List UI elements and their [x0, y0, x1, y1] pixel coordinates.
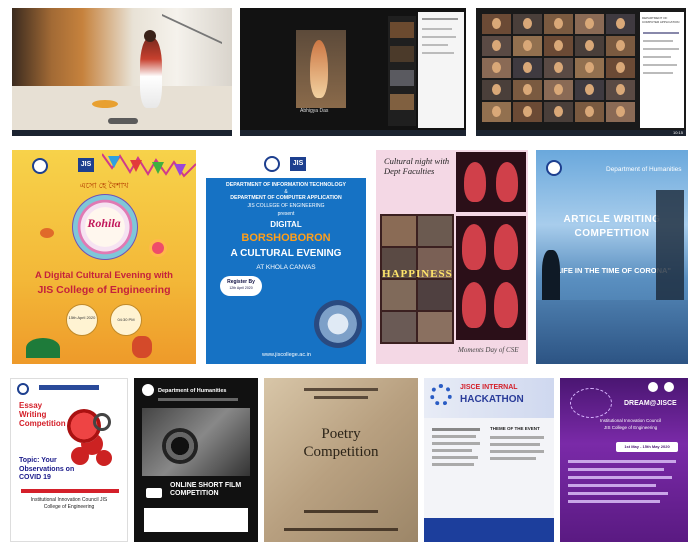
- poster-title: Cultural night with Dept Faculties: [384, 156, 450, 176]
- poster-title: JISCE INTERNAL: [460, 384, 518, 391]
- participant-tile[interactable]: [513, 36, 542, 56]
- hackathon-poster: JISCE INTERNAL HACKATHON THEME OF THE EV…: [424, 378, 554, 542]
- camera-icon: [146, 488, 162, 498]
- poster-line-2: JIS College of Engineering: [37, 284, 171, 296]
- college-name: JIS COLLEGE OF ENGINEERING: [247, 203, 325, 209]
- rohila-script-title: Rohila: [87, 216, 121, 230]
- dream-jisce-poster: DREAM@JISCE Institutional Innovation Cou…: [560, 378, 688, 542]
- participant-tile[interactable]: [482, 102, 511, 122]
- participant-tile[interactable]: [606, 80, 635, 100]
- rohila-poster: JIS এসো হে বৈশাখ Rohila A Digital Cultur…: [12, 150, 196, 364]
- organizer: Institutional Innovation Council JIS Col…: [30, 497, 108, 510]
- participant-caption: Abhigya Das: [300, 108, 329, 114]
- participant-tile[interactable]: [606, 36, 635, 56]
- department-label: Department of Humanities: [158, 388, 227, 394]
- jis-logo: JIS: [78, 158, 94, 172]
- event-subtitle: A CULTURAL EVENING: [230, 248, 342, 259]
- dept-it: DEPARTMENT OF INFORMATION TECHNOLOGY: [226, 182, 346, 188]
- participant-tile[interactable]: [513, 102, 542, 122]
- essay-topic: Topic: Your Observations on COVID 19: [19, 457, 75, 481]
- participant-tile[interactable]: [482, 14, 511, 34]
- website-url[interactable]: www.jiscollege.ac.in: [262, 352, 311, 358]
- participant-tile[interactable]: [482, 80, 511, 100]
- participant-tile[interactable]: [544, 80, 573, 100]
- flower-icon: [152, 242, 164, 254]
- participants-panel[interactable]: DEPARTMENT OF COMPUTER APPLICATION: [640, 12, 684, 128]
- poster-title: Essay Writing Competition: [19, 401, 66, 428]
- participant-tile[interactable]: [482, 36, 511, 56]
- department-label: Department of Humanities: [606, 166, 682, 173]
- participant-tile[interactable]: [606, 14, 635, 34]
- taskbar-clock: 10:15: [672, 130, 683, 135]
- stage-graphic: [314, 300, 362, 348]
- bunting-decoration: [102, 153, 196, 178]
- participant-tile[interactable]: [575, 36, 604, 56]
- article-writing-poster: Department of Humanities ARTICLE WRITING…: [536, 150, 688, 364]
- organizer: Institutional Innovation Council: [600, 418, 662, 423]
- camera-photo: [142, 408, 250, 476]
- register-badge: Register By 12th April 2020: [220, 276, 262, 296]
- poster-title-2: HACKATHON: [460, 394, 524, 405]
- event-title: BORSHOBORON: [241, 232, 331, 244]
- participant-tile[interactable]: [482, 58, 511, 78]
- college: JIS College of Engineering: [604, 425, 658, 430]
- poster-line-1: A Digital Cultural Evening with: [35, 270, 173, 281]
- zoom-gallery-screenshot: DEPARTMENT OF COMPUTER APPLICATION 10:15: [476, 8, 686, 136]
- side-panel-text: DEPARTMENT OF COMPUTER APPLICATION: [642, 16, 680, 24]
- neon-happiness: HAPPINESS: [382, 268, 453, 280]
- essay-writing-poster: Essay Writing Competition Topic: Your Ob…: [10, 378, 128, 542]
- digital-label: DIGITAL: [270, 220, 302, 229]
- jis-logo: JIS: [290, 157, 306, 171]
- bengali-heading: এসো হে বৈশাখ: [79, 181, 129, 190]
- participant-tile[interactable]: [606, 102, 635, 122]
- participant-tile[interactable]: [513, 14, 542, 34]
- dancer-figure: [140, 38, 162, 108]
- time-badge: 04:30 PM: [110, 304, 142, 336]
- participant-tile[interactable]: [575, 58, 604, 78]
- cultural-night-poster: Cultural night with Dept Faculties HAPPI…: [376, 150, 528, 364]
- participant-tile[interactable]: [544, 58, 573, 78]
- dates-badge: 1st May - 15th May 2020: [616, 442, 678, 452]
- participant-tile[interactable]: [513, 58, 542, 78]
- participant-tile[interactable]: [513, 80, 542, 100]
- participant-tile[interactable]: [575, 80, 604, 100]
- gear-icon: [430, 384, 452, 406]
- participant-tile[interactable]: [575, 14, 604, 34]
- participant-tile[interactable]: [544, 14, 573, 34]
- zoom-meeting-screenshot: Abhigya Das: [240, 8, 466, 136]
- brain-graphic: [570, 388, 612, 418]
- participant-tile[interactable]: [544, 102, 573, 122]
- magnifier-icon: [93, 413, 111, 431]
- chat-panel[interactable]: [418, 12, 464, 128]
- participant-tile[interactable]: [544, 36, 573, 56]
- poster-title-line1: Poetry: [321, 426, 361, 442]
- poster-title-line2: Competition: [303, 444, 379, 460]
- poster-title: ONLINE SHORT FILM COMPETITION: [170, 482, 242, 497]
- poetry-competition-poster: Poetry Competition: [264, 378, 418, 542]
- participant-tile[interactable]: [575, 102, 604, 122]
- poster-title: DREAM@JISCE: [624, 400, 677, 407]
- lantern-icon: [40, 228, 54, 238]
- venue: AT KHOLA CANVAS: [256, 264, 316, 271]
- participant-tile[interactable]: [606, 58, 635, 78]
- theme-heading: THEME OF THE EVENT: [490, 426, 540, 431]
- borshoboron-poster: JIS DEPARTMENT OF INFORMATION TECHNOLOGY…: [206, 150, 366, 364]
- poster-footer: Moments Day of CSE: [458, 346, 519, 354]
- short-film-poster: Department of Humanities ONLINE SHORT FI…: [134, 378, 258, 542]
- dance-video-screenshot: [12, 8, 232, 136]
- dept-ca: DEPARTMENT OF COMPUTER APPLICATION: [230, 195, 342, 201]
- date-badge: 15th April 2020: [66, 304, 98, 336]
- silhouette-figure: [542, 250, 560, 300]
